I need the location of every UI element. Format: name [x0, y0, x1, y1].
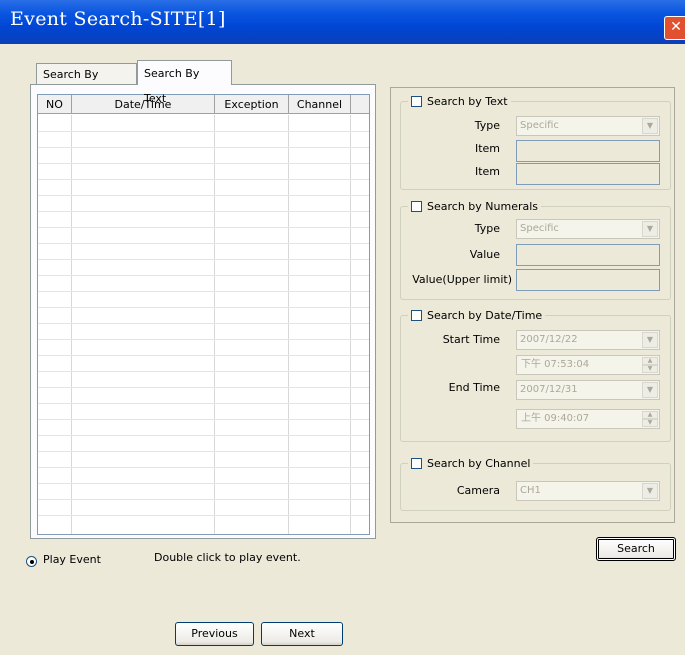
play-event-radio[interactable]	[26, 556, 37, 567]
spin-up-icon[interactable]: ▲	[642, 411, 658, 419]
column-header-exception[interactable]: Exception	[215, 95, 289, 114]
numerals-type-value: Specific	[520, 223, 559, 234]
search-by-channel-label[interactable]: Search by Channel	[427, 457, 530, 470]
play-event-label[interactable]: Play Event	[43, 553, 101, 566]
numerals-type-label: Type	[474, 222, 500, 235]
window-title: Event Search-SITE[1]	[10, 8, 226, 30]
start-date-value: 2007/12/22	[520, 334, 578, 345]
numerals-value-input[interactable]	[516, 244, 660, 266]
end-time-label: End Time	[448, 381, 500, 394]
table-row[interactable]	[38, 355, 369, 356]
table-row[interactable]	[38, 467, 369, 468]
text-item-input-1[interactable]	[516, 140, 660, 162]
chevron-down-icon[interactable]: ▼	[642, 332, 658, 348]
table-header: NO Date/Time Exception Channel	[38, 95, 369, 115]
numerals-upper-label: Value(Upper limit)	[412, 273, 512, 286]
chevron-down-icon[interactable]: ▼	[642, 118, 658, 134]
start-time-spinner[interactable]: 下午 07:53:04 ▲ ▼	[516, 355, 660, 375]
column-divider	[288, 115, 289, 534]
camera-value: CH1	[520, 485, 541, 496]
tab-panel: NO Date/Time Exception Channel	[30, 84, 376, 539]
next-button[interactable]: Next	[261, 622, 343, 646]
search-by-numerals-label[interactable]: Search by Numerals	[427, 200, 538, 213]
start-time-label: Start Time	[442, 333, 500, 346]
table-row[interactable]	[38, 419, 369, 420]
close-button[interactable]: ✕	[664, 16, 685, 40]
play-event-hint: Double click to play event.	[154, 551, 301, 564]
camera-label: Camera	[456, 484, 500, 497]
spin-down-icon[interactable]: ▼	[642, 419, 658, 427]
table-row[interactable]	[38, 435, 369, 436]
column-header-filler	[351, 95, 369, 114]
search-button[interactable]: Search	[596, 537, 676, 561]
spin-up-icon[interactable]: ▲	[642, 357, 658, 365]
table-row[interactable]	[38, 179, 369, 180]
column-divider	[71, 115, 72, 534]
close-icon: ✕	[670, 19, 682, 35]
search-by-text-label[interactable]: Search by Text	[427, 95, 508, 108]
text-item-input-2[interactable]	[516, 163, 660, 185]
end-date-value: 2007/12/31	[520, 384, 578, 395]
table-row[interactable]	[38, 195, 369, 196]
title-bar: Event Search-SITE[1] ✕	[0, 0, 685, 44]
table-row[interactable]	[38, 515, 369, 516]
start-time-value: 下午 07:53:04	[521, 359, 590, 370]
text-item-label-2: Item	[474, 165, 500, 178]
end-time-value: 上午 09:40:07	[521, 413, 590, 424]
end-time-spinner[interactable]: 上午 09:40:07 ▲ ▼	[516, 409, 660, 429]
spin-down-icon[interactable]: ▼	[642, 365, 658, 373]
table-row[interactable]	[38, 227, 369, 228]
chevron-down-icon[interactable]: ▼	[642, 483, 658, 499]
chevron-down-icon[interactable]: ▼	[642, 382, 658, 398]
tab-search-by-event[interactable]: Search By Event	[36, 63, 137, 102]
numerals-type-select[interactable]: Specific ▼	[516, 219, 660, 239]
text-type-value: Specific	[520, 120, 559, 131]
text-item-label-1: Item	[474, 142, 500, 155]
column-divider	[214, 115, 215, 534]
start-date-picker[interactable]: 2007/12/22 ▼	[516, 330, 660, 350]
table-row[interactable]	[38, 291, 369, 292]
table-row[interactable]	[38, 499, 369, 500]
column-divider	[350, 115, 351, 534]
camera-select[interactable]: CH1 ▼	[516, 481, 660, 501]
search-by-text-checkbox[interactable]	[411, 96, 422, 107]
table-row[interactable]	[38, 323, 369, 324]
table-row[interactable]	[38, 275, 369, 276]
numerals-value-label: Value	[469, 248, 500, 261]
tab-search-by-text[interactable]: Search By Text	[137, 60, 232, 105]
search-by-channel-checkbox[interactable]	[411, 458, 422, 469]
text-type-label: Type	[474, 119, 500, 132]
table-row[interactable]	[38, 451, 369, 452]
column-header-channel[interactable]: Channel	[289, 95, 351, 114]
table-row[interactable]	[38, 147, 369, 148]
table-row[interactable]	[38, 339, 369, 340]
column-header-no[interactable]: NO	[38, 95, 72, 114]
table-row[interactable]	[38, 163, 369, 164]
chevron-down-icon[interactable]: ▼	[642, 221, 658, 237]
table-row[interactable]	[38, 131, 369, 132]
table-row[interactable]	[38, 371, 369, 372]
search-by-datetime-label[interactable]: Search by Date/Time	[427, 309, 542, 322]
event-table[interactable]: NO Date/Time Exception Channel	[37, 94, 370, 535]
table-row[interactable]	[38, 307, 369, 308]
table-row[interactable]	[38, 243, 369, 244]
table-row[interactable]	[38, 387, 369, 388]
table-row[interactable]	[38, 211, 369, 212]
search-by-datetime-checkbox[interactable]	[411, 310, 422, 321]
table-row[interactable]	[38, 403, 369, 404]
text-type-select[interactable]: Specific ▼	[516, 116, 660, 136]
table-row[interactable]	[38, 259, 369, 260]
table-row[interactable]	[38, 483, 369, 484]
previous-button[interactable]: Previous	[175, 622, 254, 646]
search-by-numerals-checkbox[interactable]	[411, 201, 422, 212]
end-date-picker[interactable]: 2007/12/31 ▼	[516, 380, 660, 400]
numerals-upper-input[interactable]	[516, 269, 660, 291]
